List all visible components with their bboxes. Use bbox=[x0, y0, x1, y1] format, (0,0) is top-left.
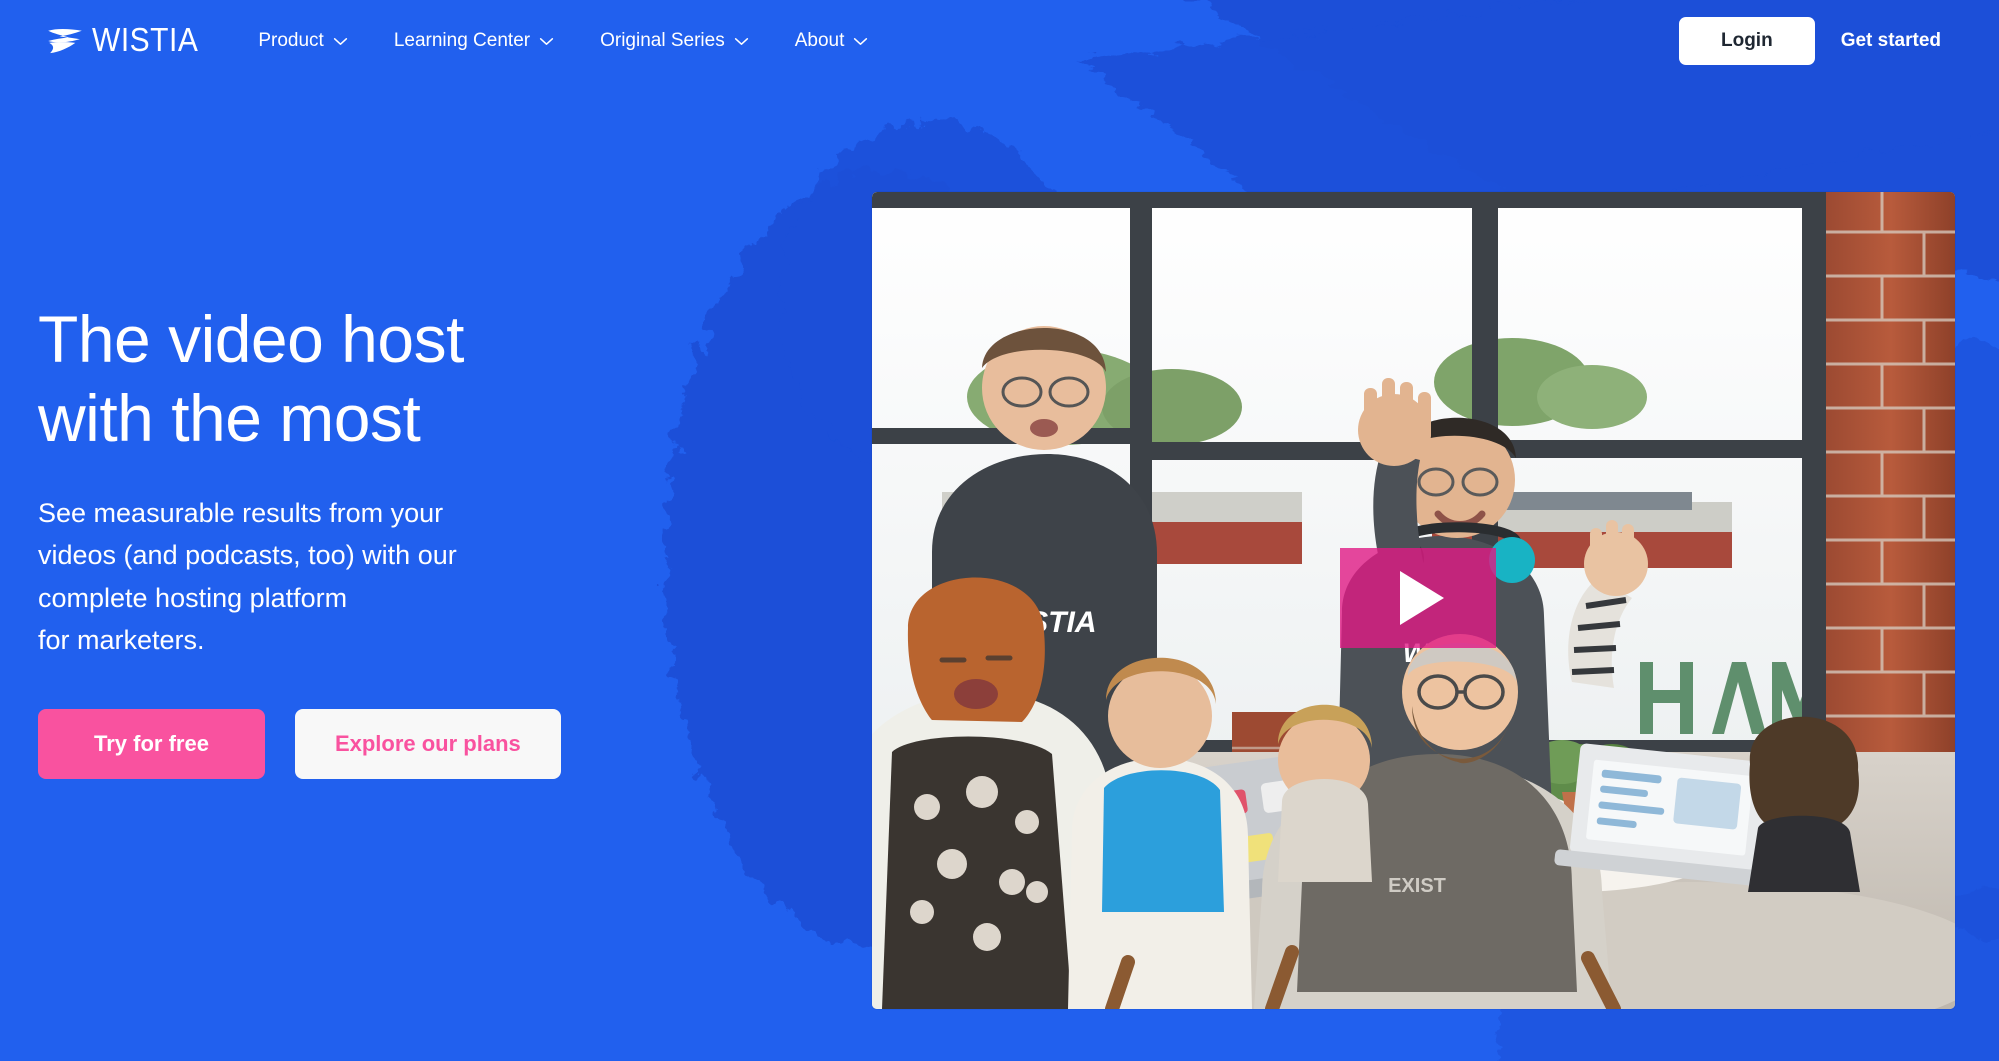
chevron-down-icon bbox=[333, 37, 347, 45]
headline-line-1: The video host bbox=[38, 302, 464, 376]
get-started-link[interactable]: Get started bbox=[1841, 30, 1963, 52]
nav-item-product-label: Product bbox=[258, 30, 324, 51]
subcopy-line-4: for marketers. bbox=[38, 624, 205, 655]
hero-page: WISTIA Product Learning Center Original … bbox=[0, 0, 1999, 1061]
login-button[interactable]: Login bbox=[1678, 16, 1815, 66]
chevron-down-icon bbox=[734, 37, 748, 45]
play-triangle-icon bbox=[1400, 571, 1444, 625]
nav-item-original-series-label: Original Series bbox=[600, 30, 725, 51]
subcopy-line-3: complete hosting platform bbox=[38, 582, 348, 613]
wistia-logo[interactable]: WISTIA bbox=[46, 21, 199, 59]
chevron-down-icon bbox=[539, 37, 554, 45]
hero-video-player[interactable]: WISTIA EXIST bbox=[872, 192, 1955, 1009]
subcopy-line-1: See measurable results from your bbox=[38, 498, 444, 529]
headline-line-2: with the most bbox=[38, 381, 421, 456]
page-title: The video host with the most bbox=[38, 300, 728, 458]
hero-subcopy: See measurable results from your videos … bbox=[38, 492, 648, 660]
chevron-down-icon bbox=[854, 37, 868, 45]
hero-cta-row: Try for free Explore our plans bbox=[38, 708, 728, 780]
play-button[interactable] bbox=[1340, 548, 1496, 648]
subcopy-line-2: videos (and podcasts, too) with our bbox=[38, 540, 457, 571]
explore-our-plans-button[interactable]: Explore our plans bbox=[294, 708, 561, 780]
nav-actions: Login Get started bbox=[1678, 16, 1963, 66]
nav-item-about-label: About bbox=[794, 30, 845, 51]
svg-text:EXIST: EXIST bbox=[1388, 875, 1446, 897]
hero-content: The video host with the most See measura… bbox=[38, 300, 728, 780]
wistia-wordmark: WISTIA bbox=[92, 21, 199, 59]
nav-item-product[interactable]: Product bbox=[258, 30, 347, 52]
top-navigation-bar: WISTIA Product Learning Center Original … bbox=[0, 0, 1999, 82]
try-for-free-button[interactable]: Try for free bbox=[38, 708, 265, 780]
nav-item-original-series[interactable]: Original Series bbox=[600, 30, 749, 52]
nav-links: Product Learning Center Original Series … bbox=[258, 30, 868, 52]
wistia-flag-logo-icon bbox=[48, 28, 82, 54]
nav-item-about[interactable]: About bbox=[795, 30, 869, 52]
nav-item-learning-center-label: Learning Center bbox=[393, 30, 531, 51]
nav-item-learning-center[interactable]: Learning Center bbox=[394, 30, 554, 52]
